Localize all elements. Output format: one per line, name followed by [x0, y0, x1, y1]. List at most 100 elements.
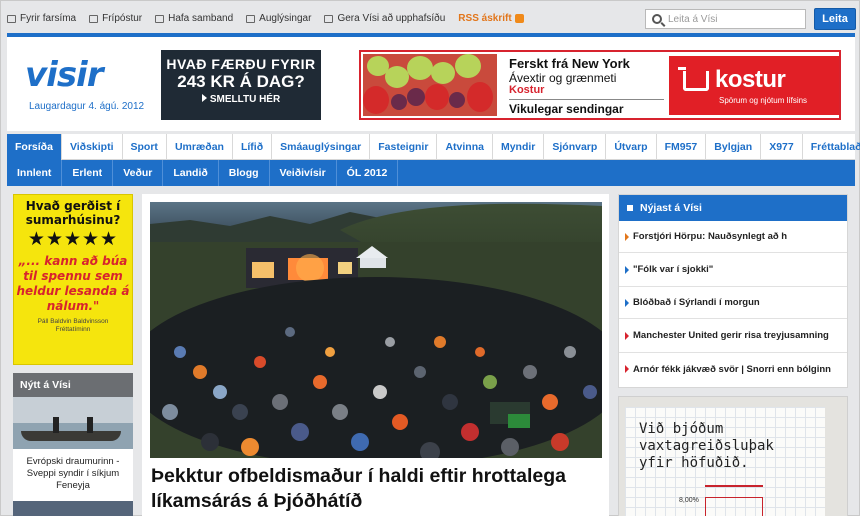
strawberry [363, 86, 389, 114]
ad-divider [509, 99, 664, 100]
ad-line: HVAÐ FÆRÐU FYRIR [166, 56, 316, 72]
nav-item-vidskipti[interactable]: Viðskipti [62, 134, 123, 160]
home-icon [324, 14, 334, 23]
festival-photo-svg [150, 202, 602, 458]
news-item[interactable]: Manchester United gerir risa treyjusamni… [619, 319, 847, 353]
nav-item-forsida[interactable]: Forsíða [7, 134, 62, 160]
ad-line: 243 KR Á DAG? [177, 72, 305, 91]
rss-link[interactable]: RSS áskrift [458, 13, 524, 24]
mail-icon [89, 14, 99, 23]
subnav-item-veidivisir[interactable]: Veiðivísir [270, 160, 337, 186]
grape [431, 62, 455, 84]
loan-ad-text: Við bjóðum vaxtagreiðsluþak yfir höfuðið… [639, 421, 774, 471]
grape-purple [407, 88, 425, 106]
nav-item-lifid[interactable]: Lífið [233, 134, 273, 160]
link-label: Auglýsingar [259, 13, 312, 24]
house-icon [705, 497, 763, 516]
link-ads[interactable]: Auglýsingar [246, 13, 311, 24]
kostur-tagline: Spörum og njótum lífsins [719, 96, 808, 105]
search-box [645, 9, 806, 29]
latest-news-box: Nýjast á Vísi Forstjóri Hörpu: Nauðsynle… [618, 194, 848, 388]
book-ad-question: Hvað gerðist í sumarhúsinu? [25, 199, 121, 227]
nav-item-atvinna[interactable]: Atvinna [437, 134, 493, 160]
nav-item-x977[interactable]: X977 [761, 134, 803, 160]
news-item[interactable]: Arnór fékk jákvæð svör | Snorri enn bólg… [619, 353, 847, 385]
next-thumbnail[interactable] [13, 501, 133, 516]
current-date: Laugardagur 4. ágú. 2012 [29, 101, 145, 112]
grape [407, 56, 433, 80]
fruit-image [363, 54, 497, 116]
star-rating-icon: ★★★★★ [27, 229, 119, 250]
gondola-thumbnail[interactable] [13, 397, 133, 449]
main-story: Þekktur ofbeldismaður í haldi eftir hrot… [142, 194, 609, 516]
strawberry [467, 82, 493, 112]
subnav-item-blogg[interactable]: Blogg [219, 160, 270, 186]
subnav-item-erlent[interactable]: Erlent [62, 160, 114, 186]
news-item[interactable]: Blóðbað í Sýrlandi í morgun [619, 287, 847, 319]
secondary-nav: Innlent Erlent Veður Landið Blogg Veiðiv… [7, 160, 855, 186]
subnav-item-vedur[interactable]: Veður [113, 160, 164, 186]
mobile-icon [7, 14, 16, 23]
banner-ad-243kr[interactable]: HVAÐ FÆRÐU FYRIR 243 KR Á DAG? SMELLTU H… [161, 50, 321, 120]
book-ad[interactable]: Hvað gerðist í sumarhúsinu? ★★★★★ „... k… [13, 194, 133, 365]
latest-news-header: Nýjast á Vísi [619, 195, 847, 221]
thumb-person [53, 417, 59, 433]
nav-item-fasteignir[interactable]: Fasteignir [370, 134, 438, 160]
search-icon [652, 14, 662, 24]
nav-item-frettabladid[interactable]: Fréttablaðið [803, 134, 860, 160]
utility-links: Fyrir farsíma Frípóstur Hafa samband Aug… [7, 13, 524, 24]
festival-photo[interactable] [150, 202, 602, 458]
loan-ad[interactable]: Við bjóðum vaxtagreiðsluþak yfir höfuðið… [618, 396, 848, 516]
grape [385, 66, 409, 88]
briefcase-icon [246, 14, 256, 23]
top-utility-bar: Fyrir farsíma Frípóstur Hafa samband Aug… [7, 6, 856, 32]
kostur-logo: kostur Spörum og njótum lífsins [669, 56, 839, 115]
ad-line: Ávextir og grænmeti [509, 71, 617, 85]
ad-line: Vikulegar sendingar [509, 102, 624, 116]
book-ad-quote: „... kann að búa til spennu sem heldur l… [16, 254, 130, 313]
strawberry [425, 84, 449, 110]
latest-news-title: Nýjast á Vísi [640, 202, 702, 214]
nav-item-myndir[interactable]: Myndir [493, 134, 545, 160]
news-item[interactable]: Forstjóri Hörpu: Nauðsynlegt að h [619, 221, 847, 253]
nav-item-smaauglysingar[interactable]: Smáauglýsingar [272, 134, 371, 160]
grape [455, 54, 481, 78]
ad-cta: SMELLTU HÉR [161, 94, 321, 105]
news-item[interactable]: "Fólk var í sjokki" [619, 253, 847, 287]
thumb-boat [21, 431, 121, 441]
nav-item-umraedan[interactable]: Umræðan [167, 134, 233, 160]
link-label: Hafa samband [168, 13, 234, 24]
search-input[interactable] [668, 13, 788, 25]
nav-item-bylgjan[interactable]: Bylgjan [706, 134, 762, 160]
subnav-item-innlent[interactable]: Innlent [7, 160, 63, 186]
thumbnail-caption[interactable]: Evrópski draumurinn - Sveppi syndir í sí… [13, 449, 133, 492]
chat-icon [155, 14, 165, 23]
search-button[interactable]: Leita [814, 8, 856, 30]
grape-purple [449, 92, 465, 108]
main-headline[interactable]: Þekktur ofbeldismaður í haldi eftir hrot… [151, 464, 606, 514]
thumb-sky [13, 397, 133, 423]
grape-purple [391, 94, 407, 110]
nav-item-sjonvarp[interactable]: Sjónvarp [544, 134, 607, 160]
nav-item-fm957[interactable]: FM957 [657, 134, 707, 160]
ad-cta-label: SMELLTU HÉR [209, 94, 281, 105]
box-title: Nýtt á Vísi [13, 373, 133, 397]
subnav-item-landid[interactable]: Landið [163, 160, 219, 186]
subnav-item-ol2012[interactable]: ÓL 2012 [337, 160, 399, 186]
link-contact[interactable]: Hafa samband [155, 13, 233, 24]
link-webmail[interactable]: Frípóstur [89, 13, 142, 24]
shopping-cart-icon [678, 67, 709, 91]
play-arrow-icon [201, 94, 207, 102]
link-homepage[interactable]: Gera Vísi að upphafsíðu [324, 13, 445, 24]
link-mobile[interactable]: Fyrir farsíma [7, 13, 76, 24]
logo-text: visir [25, 55, 103, 95]
nav-item-utvarp[interactable]: Útvarp [606, 134, 657, 160]
link-label: Gera Vísi að upphafsíðu [337, 13, 446, 24]
loan-ad-percent: 8,00% [679, 497, 699, 504]
ad-line: Ferskt frá New York [509, 56, 630, 71]
site-header: visir Laugardagur 4. ágú. 2012 HVAÐ FÆRÐ… [7, 37, 855, 131]
nav-item-sport[interactable]: Sport [123, 134, 167, 160]
visir-logo[interactable]: visir [25, 55, 103, 95]
banner-ad-kostur[interactable]: Ferskt frá New York Ávextir og grænmeti … [359, 50, 841, 120]
new-on-visir-box: Nýtt á Vísi Evrópski draumurinn - Sveppi… [13, 373, 133, 516]
